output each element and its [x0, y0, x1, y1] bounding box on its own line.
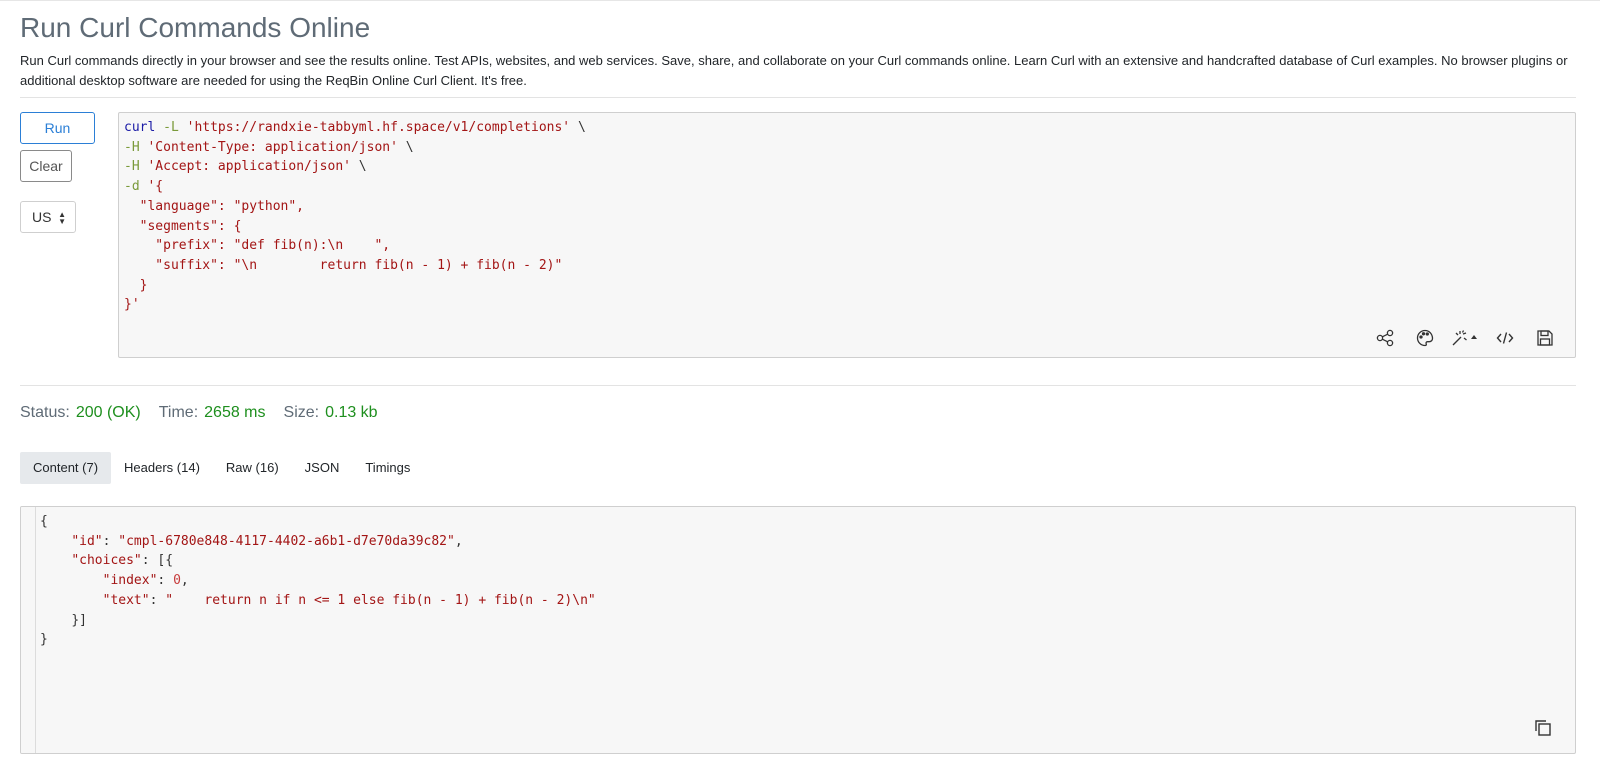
curl-flag: -L [163, 120, 179, 135]
curl-flag: -H [124, 159, 140, 175]
time-value: 2658 ms [204, 404, 266, 421]
curl-data-line: "segments": { [124, 218, 242, 234]
json-bracket: [{ [157, 553, 174, 569]
tab-content[interactable]: Content (7) [20, 452, 112, 484]
size-label: Size: [283, 404, 320, 421]
editor-toolbar [1365, 327, 1565, 349]
tab-timings[interactable]: Timings [352, 452, 423, 484]
size-value: 0.13 kb [325, 404, 378, 421]
curl-url: 'https://randxie-tabbyml.hf.space/v1/com… [186, 120, 571, 135]
json-key: "choices" [71, 553, 142, 569]
time-label: Time: [158, 404, 199, 421]
status-value: 200 (OK) [75, 404, 141, 421]
clear-button[interactable]: Clear [20, 150, 72, 182]
region-select[interactable]: US ▲ ▼ [20, 201, 76, 233]
curl-data-line: "suffix": "\n return fib(n - 1) + fib(n … [124, 257, 563, 273]
select-arrows-icon: ▲ ▼ [58, 210, 66, 226]
curl-header-value: 'Content-Type: application/json' [147, 139, 398, 155]
json-brace: { [40, 514, 48, 529]
response-content-panel[interactable]: { "id": "cmpl-6780e848-4117-4402-a6b1-d7… [20, 506, 1576, 754]
line-continuation: \ [397, 139, 414, 155]
page-description: Run Curl commands directly in your brows… [20, 53, 1568, 88]
region-select-value: US [32, 209, 52, 225]
curl-data-line: } [124, 277, 148, 293]
line-continuation: \ [350, 159, 367, 175]
palette-icon[interactable] [1405, 327, 1445, 349]
line-continuation: \ [570, 120, 586, 135]
share-icon[interactable] [1365, 327, 1405, 349]
json-key: "text" [102, 592, 150, 608]
code-icon[interactable] [1485, 327, 1525, 349]
divider [20, 97, 1576, 98]
curl-data-start: '{ [147, 179, 164, 195]
run-button[interactable]: Run [20, 112, 95, 144]
magic-wand-icon[interactable] [1445, 327, 1485, 349]
divider [20, 385, 1576, 386]
curl-header-value: 'Accept: application/json' [147, 159, 351, 175]
tab-json[interactable]: JSON [292, 452, 353, 484]
json-string: " return n if n <= 1 else fib(n - 1) + f… [165, 592, 596, 608]
json-brace: } [40, 632, 48, 648]
line-gutter [21, 507, 36, 753]
tab-headers[interactable]: Headers (14) [111, 452, 213, 484]
json-string: "cmpl-6780e848-4117-4402-a6b1-d7e70da39c… [118, 533, 455, 549]
response-tabs: Content (7) Headers (14) Raw (16) JSON T… [20, 452, 423, 484]
curl-flag: -d [124, 179, 140, 195]
curl-code[interactable]: curl -L 'https://randxie-tabbyml.hf.spac… [119, 113, 1575, 315]
curl-data-line: }' [124, 297, 140, 313]
json-number: 0 [173, 573, 181, 589]
curl-editor[interactable]: curl -L 'https://randxie-tabbyml.hf.spac… [118, 112, 1576, 358]
curl-data-line: "prefix": "def fib(n):\n ", [124, 238, 391, 254]
response-status-bar: Status: 200 (OK) Time: 2658 ms Size: 0.13 kb [20, 402, 378, 424]
curl-command: curl [124, 120, 156, 135]
response-json[interactable]: { "id": "cmpl-6780e848-4117-4402-a6b1-d7… [40, 512, 596, 650]
json-key: "id" [71, 533, 103, 549]
top-border [0, 0, 1600, 1]
status-label: Status: [20, 404, 70, 421]
save-icon[interactable] [1525, 327, 1565, 349]
json-key: "index" [102, 573, 158, 589]
tab-raw[interactable]: Raw (16) [213, 452, 292, 484]
curl-data-line: "language": "python", [124, 198, 305, 214]
copy-icon[interactable] [1533, 718, 1553, 743]
curl-flag: -H [124, 139, 140, 155]
json-bracket: }] [71, 612, 87, 628]
page-title: Run Curl Commands Online [20, 12, 371, 43]
